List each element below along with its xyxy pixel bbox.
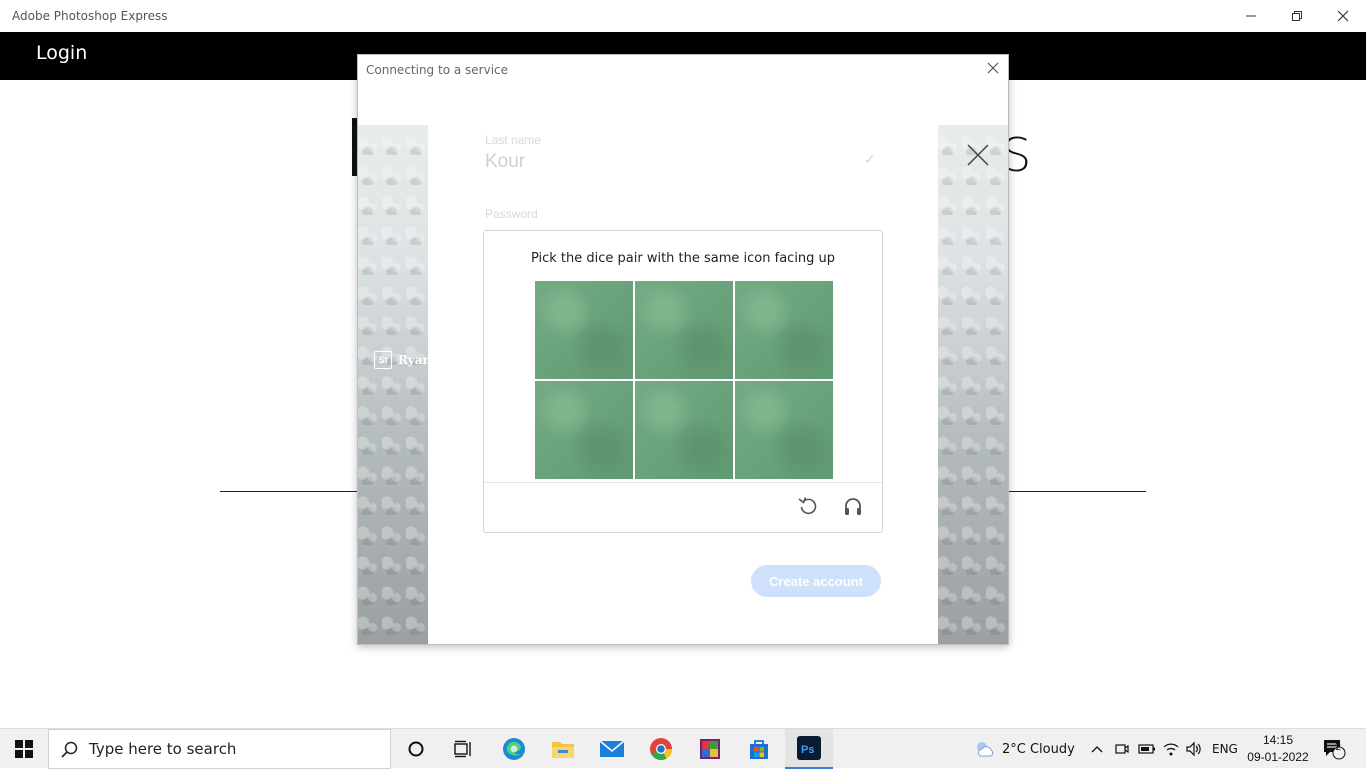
- window-titlebar: Adobe Photoshop Express: [0, 0, 1366, 32]
- task-view-button[interactable]: [440, 729, 488, 769]
- window-title: Adobe Photoshop Express: [12, 9, 168, 23]
- signup-close-button[interactable]: [966, 143, 990, 167]
- photographer-name: Ryan: [398, 353, 428, 367]
- winrar-taskbar-app[interactable]: [686, 729, 734, 769]
- meet-now-button[interactable]: [1114, 729, 1130, 769]
- weather-widget[interactable]: 2°C Cloudy: [974, 729, 1075, 769]
- close-icon: [967, 144, 989, 166]
- folder-icon: [552, 742, 574, 758]
- photographer-credit: St Ryan: [374, 351, 428, 369]
- archive-icon: [700, 739, 720, 759]
- login-title: Login: [36, 42, 88, 64]
- search-placeholder: Type here to search: [89, 740, 237, 758]
- mail-taskbar-app[interactable]: [588, 729, 636, 769]
- battery-button[interactable]: [1138, 729, 1156, 769]
- captcha-tile-6[interactable]: [735, 381, 833, 479]
- clock-time: 14:15: [1262, 733, 1294, 747]
- background-image-left: St Ryan: [358, 125, 428, 644]
- password-label: Password: [485, 207, 538, 221]
- windows-icon: [15, 740, 33, 758]
- volume-button[interactable]: [1185, 729, 1203, 769]
- battery-icon: [1138, 744, 1155, 754]
- task-view-icon: [454, 740, 471, 758]
- last-name-label: Last name: [485, 133, 542, 147]
- cloudy-icon: [977, 742, 994, 757]
- show-hidden-icons-button[interactable]: [1090, 729, 1104, 769]
- restore-icon: [1292, 11, 1302, 21]
- chevron-up-icon: [1091, 746, 1103, 753]
- close-icon: [1337, 10, 1349, 22]
- notification-icon: [1324, 740, 1346, 760]
- speaker-icon: [1186, 741, 1201, 757]
- minimize-button[interactable]: [1228, 0, 1274, 32]
- edge-icon: [503, 738, 525, 760]
- restore-button[interactable]: [1274, 0, 1320, 32]
- meet-icon: [1115, 744, 1129, 754]
- stock-badge-icon: St: [374, 351, 392, 369]
- captcha-tile-2[interactable]: [635, 281, 733, 379]
- close-icon: [987, 62, 999, 74]
- background-image-right: [938, 125, 1008, 644]
- captcha-image-grid: [535, 281, 834, 480]
- action-center-button[interactable]: 2: [1322, 729, 1346, 769]
- wifi-icon: [1163, 743, 1179, 756]
- captcha-tile-5[interactable]: [635, 381, 733, 479]
- background-divider-right: [1008, 491, 1146, 492]
- checkmark-icon: ✓: [864, 151, 876, 167]
- reload-icon: [798, 497, 817, 515]
- notification-count: 2: [1335, 742, 1342, 753]
- dialog-close-button[interactable]: [986, 61, 1000, 75]
- taskbar-clock[interactable]: 14:15 09-01-2022: [1244, 732, 1312, 766]
- captcha-audio-button[interactable]: [840, 493, 866, 519]
- edge-taskbar-app[interactable]: [490, 729, 538, 769]
- file-explorer-taskbar-app[interactable]: [539, 729, 587, 769]
- create-account-button[interactable]: Create account: [751, 565, 881, 597]
- headphones-icon: [845, 498, 861, 515]
- background-divider-left: [220, 491, 358, 492]
- svg-text:Ps: Ps: [801, 744, 814, 756]
- cortana-icon: [408, 741, 424, 757]
- cortana-button[interactable]: [392, 729, 440, 769]
- chrome-icon: [650, 738, 672, 760]
- captcha-tile-4[interactable]: [535, 381, 633, 479]
- search-icon: [61, 741, 78, 758]
- weather-text: 2°C Cloudy: [1002, 741, 1075, 757]
- clock-date: 09-01-2022: [1247, 750, 1309, 764]
- start-button[interactable]: [0, 729, 48, 769]
- input-language-button[interactable]: ENG: [1212, 729, 1238, 769]
- captcha-divider: [484, 482, 882, 483]
- photoshop-express-taskbar-app[interactable]: Ps: [785, 729, 833, 769]
- taskbar-search-box[interactable]: Type here to search: [48, 729, 391, 769]
- dialog-title: Connecting to a service: [366, 63, 509, 77]
- store-taskbar-app[interactable]: [735, 729, 783, 769]
- close-window-button[interactable]: [1320, 0, 1366, 32]
- mountain-photo: [358, 125, 428, 644]
- minimize-icon: [1246, 15, 1256, 17]
- network-button[interactable]: [1162, 729, 1180, 769]
- connecting-dialog: Connecting to a service St Ryan Last nam…: [357, 54, 1009, 645]
- chrome-taskbar-app[interactable]: [637, 729, 685, 769]
- captcha-challenge: Pick the dice pair with the same icon fa…: [483, 230, 883, 533]
- captcha-prompt: Pick the dice pair with the same icon fa…: [530, 251, 836, 266]
- last-name-field[interactable]: Kour: [485, 151, 525, 173]
- store-icon: [750, 740, 768, 759]
- mountain-photo: [938, 125, 1008, 644]
- mail-icon: [599, 740, 625, 757]
- photoshop-icon: Ps: [797, 736, 821, 760]
- captcha-tile-3[interactable]: [735, 281, 833, 379]
- captcha-tile-1[interactable]: [535, 281, 633, 379]
- taskbar: Type here to search Ps 2°C Cloudy ENG 14…: [0, 728, 1366, 769]
- captcha-reload-button[interactable]: [795, 493, 821, 519]
